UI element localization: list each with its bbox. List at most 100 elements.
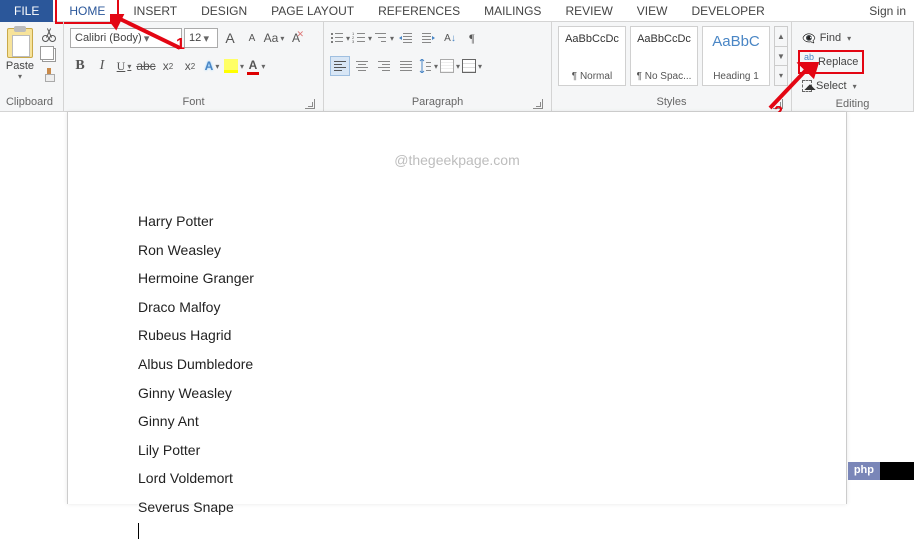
tab-view[interactable]: VIEW: [625, 0, 680, 22]
align-left-button[interactable]: [330, 56, 350, 76]
justify-button[interactable]: [396, 56, 416, 76]
bold-button[interactable]: B: [70, 56, 90, 76]
document-line[interactable]: Severus Snape: [138, 494, 776, 521]
style-name: ¶ No Spac...: [637, 71, 692, 82]
tab-references[interactable]: REFERENCES: [366, 0, 472, 22]
php-badge-bar: [880, 462, 914, 480]
text-effects-button[interactable]: A: [202, 56, 222, 76]
group-styles: AaBbCcDc ¶ Normal AaBbCcDc ¶ No Spac... …: [552, 22, 792, 111]
svg-text:3: 3: [352, 39, 355, 44]
document-line[interactable]: Albus Dumbledore: [138, 351, 776, 378]
tab-page-layout[interactable]: PAGE LAYOUT: [259, 0, 366, 22]
document-line[interactable]: Hermoine Granger: [138, 265, 776, 292]
binoculars-icon: 👁‍🗨: [802, 32, 816, 45]
signin-link[interactable]: Sign in: [869, 4, 906, 18]
gallery-down[interactable]: ▼: [775, 47, 787, 67]
align-right-button[interactable]: [374, 56, 394, 76]
document-line[interactable]: Lord Voldemort: [138, 465, 776, 492]
group-editing: 👁‍🗨 Find ▾ abac Replace Select ▾ Editing: [792, 22, 914, 111]
tab-developer[interactable]: DEVELOPER: [679, 0, 776, 22]
style-no-spacing[interactable]: AaBbCcDc ¶ No Spac...: [630, 26, 698, 86]
numbering-button[interactable]: 123: [352, 28, 372, 48]
document-line[interactable]: Draco Malfoy: [138, 294, 776, 321]
gallery-up[interactable]: ▲: [775, 27, 787, 47]
document-line[interactable]: Harry Potter: [138, 208, 776, 235]
style-heading-1[interactable]: AaBbC Heading 1: [702, 26, 770, 86]
find-button[interactable]: 👁‍🗨 Find ▾: [798, 28, 864, 48]
shrink-font-button[interactable]: A: [242, 28, 262, 48]
paste-label: Paste: [6, 60, 34, 72]
group-font: Calibri (Body)▾ 12▾ A A Aa A✕ B I U abc …: [64, 22, 324, 111]
shading-button[interactable]: [440, 56, 460, 76]
show-marks-button[interactable]: ¶: [462, 28, 482, 48]
tab-review[interactable]: REVIEW: [553, 0, 624, 22]
font-size-combo[interactable]: 12▾: [184, 28, 218, 48]
document-line[interactable]: Lily Potter: [138, 437, 776, 464]
ribbon-tabs: FILE HOME INSERT DESIGN PAGE LAYOUT REFE…: [0, 0, 914, 22]
bullets-button[interactable]: [330, 28, 350, 48]
annotation-box-replace: abac Replace: [798, 50, 864, 74]
tab-insert[interactable]: INSERT: [121, 0, 189, 22]
tab-home[interactable]: HOME: [57, 0, 117, 22]
paste-button[interactable]: Paste ▾: [2, 26, 38, 94]
tab-design[interactable]: DESIGN: [189, 0, 259, 22]
change-case-button[interactable]: Aa: [264, 28, 284, 48]
group-label-font: Font: [70, 94, 317, 111]
font-color-button[interactable]: A: [246, 56, 266, 76]
annotation-box-home: HOME: [55, 0, 119, 24]
document-body[interactable]: Harry PotterRon WeasleyHermoine GrangerD…: [138, 208, 776, 539]
php-badge: php: [848, 462, 914, 480]
font-launcher[interactable]: [305, 99, 315, 109]
text-cursor: [138, 523, 139, 539]
align-center-button[interactable]: [352, 56, 372, 76]
superscript-button[interactable]: x2: [180, 56, 200, 76]
annotation-number-1: 1: [176, 36, 185, 54]
multilevel-list-button[interactable]: [374, 28, 394, 48]
style-preview: AaBbCcDc: [637, 33, 691, 45]
grow-font-button[interactable]: A: [220, 28, 240, 48]
clear-formatting-button[interactable]: A✕: [286, 28, 306, 48]
increase-indent-button[interactable]: [418, 28, 438, 48]
document-area: @thegeekpage.com Harry PotterRon Weasley…: [0, 112, 914, 504]
group-clipboard: Paste ▾ Clipboard: [0, 22, 64, 111]
group-label-editing: Editing: [798, 96, 907, 113]
group-label-paragraph: Paragraph: [330, 94, 545, 111]
ribbon: Paste ▾ Clipboard Calibri (Body)▾ 12▾ A …: [0, 22, 914, 112]
italic-button[interactable]: I: [92, 56, 112, 76]
replace-button[interactable]: abac Replace: [800, 52, 862, 72]
php-badge-text: php: [848, 462, 880, 480]
line-spacing-button[interactable]: [418, 56, 438, 76]
paste-icon: [7, 28, 33, 58]
document-line[interactable]: Ginny Weasley: [138, 380, 776, 407]
document-line[interactable]: Ginny Ant: [138, 408, 776, 435]
document-line[interactable]: Rubeus Hagrid: [138, 322, 776, 349]
tab-file[interactable]: FILE: [0, 0, 53, 22]
highlight-button[interactable]: [224, 56, 244, 76]
tab-mailings[interactable]: MAILINGS: [472, 0, 553, 22]
style-name: Heading 1: [713, 71, 759, 82]
strikethrough-button[interactable]: abc: [136, 56, 156, 76]
subscript-button[interactable]: x2: [158, 56, 178, 76]
group-paragraph: 123 A↓ ¶ Paragraph: [324, 22, 552, 111]
sort-button[interactable]: A↓: [440, 28, 460, 48]
underline-button[interactable]: U: [114, 56, 134, 76]
decrease-indent-button[interactable]: [396, 28, 416, 48]
group-label-styles: Styles: [558, 94, 785, 111]
paragraph-launcher[interactable]: [533, 99, 543, 109]
style-name: ¶ Normal: [572, 71, 612, 82]
document-line[interactable]: Ron Weasley: [138, 237, 776, 264]
font-name-combo[interactable]: Calibri (Body)▾: [70, 28, 182, 48]
select-icon: [802, 80, 812, 92]
gallery-more[interactable]: ▾: [775, 66, 787, 85]
copy-icon[interactable]: [42, 48, 56, 62]
select-button[interactable]: Select ▾: [798, 76, 864, 96]
style-preview: AaBbC: [712, 33, 760, 50]
format-painter-icon[interactable]: [42, 68, 56, 82]
style-preview: AaBbCcDc: [565, 33, 619, 45]
watermark-text: @thegeekpage.com: [138, 152, 776, 168]
cut-icon[interactable]: [42, 28, 56, 42]
style-gallery-scroll[interactable]: ▲ ▼ ▾: [774, 26, 788, 86]
style-normal[interactable]: AaBbCcDc ¶ Normal: [558, 26, 626, 86]
borders-button[interactable]: [462, 56, 482, 76]
page[interactable]: @thegeekpage.com Harry PotterRon Weasley…: [67, 112, 847, 504]
